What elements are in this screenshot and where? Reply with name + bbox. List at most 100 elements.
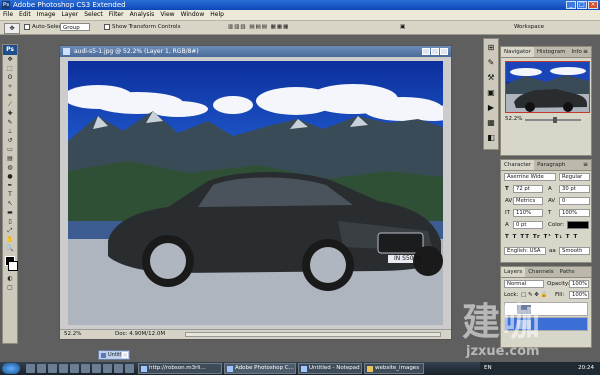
vertical-scale-field[interactable]: 110% bbox=[513, 209, 543, 217]
messenger-icon[interactable] bbox=[70, 364, 79, 373]
menu-analysis[interactable]: Analysis bbox=[127, 10, 158, 20]
document-window[interactable]: audi-s5-1.jpg @ 52.2% (Layer 1, RGB/8#) bbox=[59, 45, 452, 340]
tab-paragraph[interactable]: Paragraph bbox=[534, 160, 568, 170]
font-style-select[interactable]: Regular bbox=[559, 173, 590, 181]
tab-navigator[interactable]: Navigator bbox=[501, 47, 534, 57]
language-select[interactable]: English: USA bbox=[504, 247, 546, 255]
auto-select-dropdown[interactable]: Group bbox=[60, 23, 90, 31]
document-titlebar[interactable]: audi-s5-1.jpg @ 52.2% (Layer 1, RGB/8#) bbox=[60, 46, 451, 57]
auto-select-checkbox[interactable] bbox=[24, 24, 30, 30]
healing-brush-icon[interactable]: ✚ bbox=[4, 110, 16, 118]
menu-filter[interactable]: Filter bbox=[106, 10, 127, 20]
blend-mode-select[interactable]: Normal bbox=[504, 280, 544, 288]
browser-icon[interactable] bbox=[48, 364, 57, 373]
language-indicator[interactable]: EN bbox=[484, 362, 492, 375]
navigator-zoom-slider[interactable] bbox=[525, 117, 581, 123]
doc-close-button[interactable] bbox=[440, 48, 448, 55]
quicklaunch-icon[interactable] bbox=[125, 364, 134, 373]
tab-channels[interactable]: Channels bbox=[525, 267, 556, 277]
tab-layers[interactable]: Layers bbox=[501, 267, 526, 277]
folder-quicklaunch-icon[interactable] bbox=[103, 364, 112, 373]
minimized-document[interactable]: Untitl... bbox=[98, 350, 130, 360]
shape-tool-icon[interactable]: ▬ bbox=[4, 209, 16, 217]
crop-tool-icon[interactable]: ⌗ bbox=[4, 92, 16, 100]
show-transform-checkbox[interactable] bbox=[104, 24, 110, 30]
bridge-icon[interactable]: ▣ bbox=[400, 23, 405, 32]
show-desktop-icon[interactable] bbox=[26, 364, 35, 373]
font-family-select[interactable]: Aserrine Wide bbox=[504, 173, 556, 181]
restore-button[interactable] bbox=[122, 352, 128, 358]
leading-field[interactable]: 30 pt bbox=[559, 185, 590, 193]
align-buttons[interactable]: ▥▥▥ ▤▤▤ ▦▦▦ bbox=[228, 23, 289, 32]
type-tool-icon[interactable]: T bbox=[4, 191, 16, 199]
menu-window[interactable]: Window bbox=[178, 10, 208, 20]
notepad-quicklaunch-icon[interactable] bbox=[92, 364, 101, 373]
dodge-tool-icon[interactable]: ● bbox=[4, 173, 16, 181]
slice-tool-icon[interactable]: ⟋ bbox=[4, 101, 16, 109]
history-panel-icon[interactable]: ⊞ bbox=[485, 42, 497, 54]
tab-histogram[interactable]: Histogram bbox=[534, 47, 569, 57]
screen-mode-icon[interactable]: ▢ bbox=[4, 284, 16, 292]
text-style-buttons[interactable]: T T TT Tr T¹ T₁ T T bbox=[505, 233, 578, 241]
menu-file[interactable]: File bbox=[0, 10, 16, 20]
menu-image[interactable]: Image bbox=[34, 10, 59, 20]
marquee-tool-icon[interactable]: ⬚ bbox=[4, 65, 16, 73]
doc-size-info[interactable]: Doc: 4.90M/12.0M bbox=[115, 330, 165, 339]
photoshop-quicklaunch-icon[interactable] bbox=[81, 364, 90, 373]
antialias-select[interactable]: Smooth bbox=[559, 247, 590, 255]
kerning-field[interactable]: Metrics bbox=[513, 197, 543, 205]
panel-menu-icon[interactable]: ≡ bbox=[583, 160, 588, 170]
path-selection-icon[interactable]: ↖ bbox=[4, 200, 16, 208]
actions-panel-icon[interactable]: ▶ bbox=[485, 102, 497, 114]
eraser-tool-icon[interactable]: ▭ bbox=[4, 146, 16, 154]
eyedropper-icon[interactable]: ⤢ bbox=[4, 227, 16, 235]
font-size-field[interactable]: 72 pt bbox=[513, 185, 543, 193]
menu-select[interactable]: Select bbox=[81, 10, 106, 20]
clone-stamp-icon[interactable]: ⊥ bbox=[4, 128, 16, 136]
gradient-tool-icon[interactable]: ▤ bbox=[4, 155, 16, 163]
task-photoshop[interactable]: Adobe Photoshop C... bbox=[224, 363, 296, 374]
image-canvas[interactable]: IN S5028 bbox=[68, 61, 443, 325]
navigator-thumbnail[interactable] bbox=[505, 61, 590, 113]
lasso-tool-icon[interactable]: ʘ bbox=[4, 74, 16, 82]
zoom-level[interactable]: 52.2% bbox=[64, 330, 81, 339]
swatches-panel-icon[interactable]: ▦ bbox=[485, 117, 497, 129]
quick-mask-icon[interactable]: ◐ bbox=[4, 275, 16, 283]
tab-character[interactable]: Character bbox=[501, 160, 535, 170]
task-folder[interactable]: website_images bbox=[364, 363, 424, 374]
magic-wand-icon[interactable]: ✧ bbox=[4, 83, 16, 91]
history-brush-icon[interactable]: ↺ bbox=[4, 137, 16, 145]
tracking-field[interactable]: 0 bbox=[559, 197, 590, 205]
menu-view[interactable]: View bbox=[157, 10, 177, 20]
menu-layer[interactable]: Layer bbox=[58, 10, 81, 20]
layer-comps-icon[interactable]: ▣ bbox=[485, 87, 497, 99]
doc-maximize-button[interactable] bbox=[431, 48, 439, 55]
color-swatches[interactable] bbox=[3, 256, 18, 274]
workspace-button[interactable]: Workspace bbox=[514, 23, 544, 32]
horizontal-scrollbar[interactable] bbox=[185, 332, 441, 337]
brush-tool-icon[interactable]: ✎ bbox=[4, 119, 16, 127]
maximize-button[interactable]: □ bbox=[577, 1, 587, 9]
clone-source-icon[interactable]: ◧ bbox=[485, 132, 497, 144]
move-tool-icon[interactable]: ✥ bbox=[4, 23, 20, 34]
quicklaunch-icon[interactable] bbox=[114, 364, 123, 373]
move-tool-icon[interactable]: ✥ bbox=[4, 56, 16, 64]
explorer-icon[interactable] bbox=[37, 364, 46, 373]
task-browser[interactable]: http://robson.m3rli... bbox=[138, 363, 222, 374]
media-player-icon[interactable] bbox=[59, 364, 68, 373]
notes-tool-icon[interactable]: ▯ bbox=[4, 218, 16, 226]
menu-help[interactable]: Help bbox=[207, 10, 227, 20]
tab-paths[interactable]: Paths bbox=[557, 267, 578, 277]
baseline-shift-field[interactable]: 0 pt bbox=[513, 221, 543, 229]
doc-minimize-button[interactable] bbox=[422, 48, 430, 55]
start-button[interactable] bbox=[2, 363, 20, 374]
minimize-button[interactable]: _ bbox=[566, 1, 576, 9]
horizontal-scale-field[interactable]: 100% bbox=[559, 209, 590, 217]
task-notepad[interactable]: Untitled - Notepad bbox=[298, 363, 362, 374]
hand-tool-icon[interactable]: ✋ bbox=[4, 236, 16, 244]
brushes-panel-icon[interactable]: ✎ bbox=[485, 57, 497, 69]
lock-icons[interactable]: □ ✎ ✥ 🔒 bbox=[521, 291, 548, 299]
clock[interactable]: 20:24 bbox=[578, 362, 594, 375]
close-button[interactable]: × bbox=[588, 1, 598, 9]
fill-field[interactable]: 100% bbox=[569, 291, 589, 299]
